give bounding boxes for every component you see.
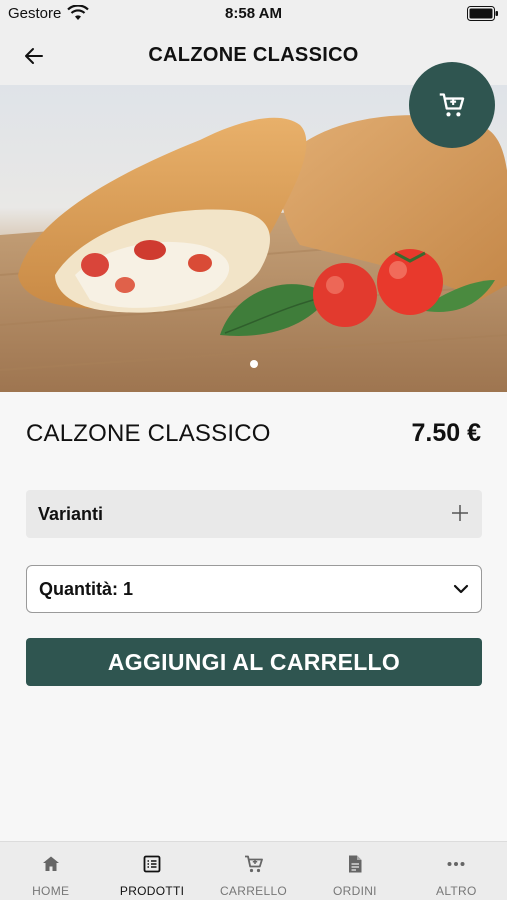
plus-icon <box>452 505 468 521</box>
add-to-cart-button[interactable]: AGGIUNGI AL CARRELLO <box>26 638 482 686</box>
product-price: 7.50 € <box>411 419 481 447</box>
variants-accordion[interactable]: Varianti <box>26 490 482 538</box>
home-icon <box>42 856 59 871</box>
page-title: CALZONE CLASSICO <box>148 44 359 66</box>
tab-label: PRODOTTI <box>119 884 185 898</box>
tab-bar: HOME PRODOTTI CARRELLO ORDINI ALTRO <box>0 841 507 900</box>
tab-prodotti[interactable]: PRODOTTI <box>101 842 202 900</box>
status-time: 8:58 AM <box>225 5 282 22</box>
carousel-indicator-dot[interactable] <box>250 360 258 368</box>
variants-label: Varianti <box>38 504 104 524</box>
more-icon <box>447 862 465 866</box>
cart-fab-button[interactable] <box>409 62 495 148</box>
tab-ordini[interactable]: ORDINI <box>304 842 405 900</box>
chevron-down-icon <box>453 584 469 594</box>
product-name: CALZONE CLASSICO <box>26 420 271 447</box>
cart-icon <box>439 93 465 117</box>
list-icon <box>143 855 161 873</box>
quantity-select[interactable]: Quantità: 1 <box>26 565 482 613</box>
battery-icon <box>467 6 498 21</box>
tab-label: HOME <box>32 884 70 898</box>
tab-label: ALTRO <box>436 884 477 898</box>
status-bar: Gestore 8:58 AM <box>0 0 507 28</box>
tab-carrello[interactable]: CARRELLO <box>203 842 304 900</box>
tab-altro[interactable]: ALTRO <box>406 842 507 900</box>
tab-home[interactable]: HOME <box>0 842 101 900</box>
cart-icon <box>244 855 263 873</box>
quantity-label: Quantità: 1 <box>39 579 134 599</box>
tab-label: ORDINI <box>333 884 377 898</box>
tab-label: CARRELLO <box>219 884 288 898</box>
document-icon <box>348 855 362 873</box>
